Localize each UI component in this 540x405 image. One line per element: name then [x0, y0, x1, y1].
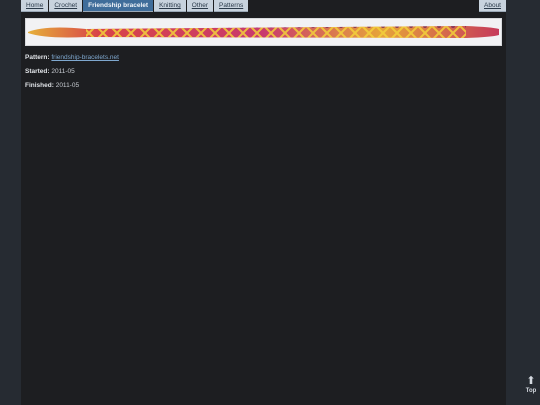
nav-friendship-bracelet[interactable]: Friendship bracelet: [83, 0, 154, 12]
main-nav: Home Crochet Friendship bracelet Knittin…: [21, 0, 249, 12]
back-to-top-button[interactable]: ⬆ Top: [522, 376, 540, 395]
finished-value: 2011-05: [55, 82, 80, 89]
nav-other[interactable]: Other: [186, 0, 214, 12]
finished-label: Finished:: [25, 82, 54, 89]
pattern-row: Pattern: friendship-bracelets.net: [25, 54, 119, 61]
bracelet-image: [28, 26, 499, 38]
bracelet-photo: [25, 18, 502, 46]
back-to-top-label: Top: [525, 388, 537, 394]
nav-crochet[interactable]: Crochet: [49, 0, 83, 12]
started-value: 2011-05: [51, 68, 75, 75]
nav-about[interactable]: About: [479, 0, 506, 12]
pattern-link[interactable]: friendship-bracelets.net: [51, 54, 119, 61]
nav-knitting[interactable]: Knitting: [154, 0, 186, 12]
nav-patterns[interactable]: Patterns: [214, 0, 249, 12]
started-label: Started:: [25, 68, 50, 75]
finished-row: Finished: 2011-05: [25, 82, 79, 89]
arrow-up-icon: ⬆: [526, 375, 536, 387]
nav-home[interactable]: Home: [21, 0, 49, 12]
secondary-nav: About: [479, 0, 506, 12]
started-row: Started: 2011-05: [25, 68, 75, 75]
pattern-label: Pattern:: [25, 54, 50, 61]
